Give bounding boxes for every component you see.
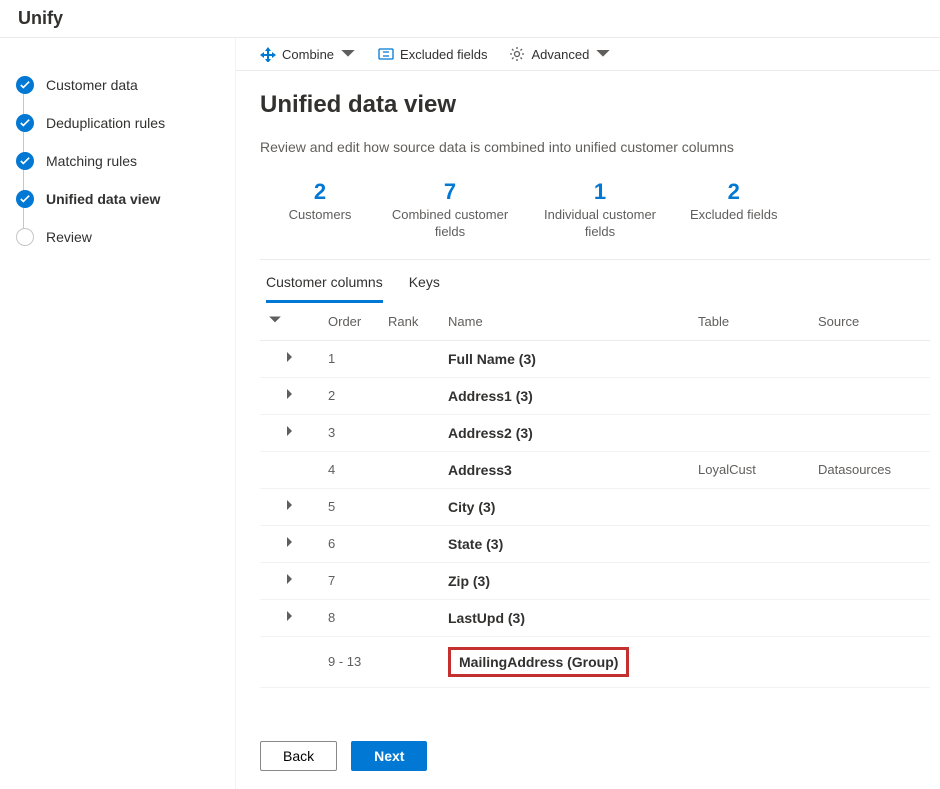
chevron-right-icon[interactable] [284, 499, 296, 511]
page-header: Unify [0, 0, 940, 38]
table-row[interactable]: 7Zip (3) [260, 562, 930, 599]
step-2[interactable]: Matching rules [14, 142, 221, 180]
chevron-right-icon[interactable] [284, 536, 296, 548]
chevron-down-icon [595, 46, 611, 62]
chevron-right-icon[interactable] [284, 425, 296, 437]
check-icon [16, 152, 34, 170]
check-icon [16, 76, 34, 94]
chevron-down-icon [340, 46, 356, 62]
combine-icon [260, 46, 276, 62]
summary-stats: 2Customers 7Combined customer fields 1Indi… [260, 173, 930, 260]
table-row[interactable]: 1Full Name (3) [260, 340, 930, 377]
check-icon [16, 190, 34, 208]
chevron-right-icon[interactable] [284, 351, 296, 363]
row-name: Address1 (3) [440, 377, 690, 414]
chevron-right-icon[interactable] [284, 573, 296, 585]
exclude-icon [378, 46, 394, 62]
gear-icon [509, 46, 525, 62]
next-button[interactable]: Next [351, 741, 427, 771]
row-name: Address3 [440, 451, 690, 488]
tab-customer-columns[interactable]: Customer columns [266, 274, 383, 303]
header-expand[interactable] [260, 303, 320, 341]
toolbar: Combine Excluded fields Advanced [236, 38, 940, 71]
header-source[interactable]: Source [810, 303, 930, 341]
tab-keys[interactable]: Keys [409, 274, 440, 303]
header-name[interactable]: Name [440, 303, 690, 341]
advanced-menu[interactable]: Advanced [509, 46, 611, 62]
tabbar: Customer columns Keys [260, 260, 930, 303]
table-row[interactable]: 6State (3) [260, 525, 930, 562]
row-name: MailingAddress (Group) [440, 636, 690, 687]
table-row[interactable]: 5City (3) [260, 488, 930, 525]
row-name: Full Name (3) [440, 340, 690, 377]
stat-1: 7Combined customer fields [390, 179, 510, 241]
check-icon [16, 114, 34, 132]
customer-columns-table: Order Rank Name Table Source 1Full Name … [260, 303, 930, 688]
step-4[interactable]: Review [14, 218, 221, 256]
header-table[interactable]: Table [690, 303, 810, 341]
chevron-right-icon[interactable] [284, 610, 296, 622]
page-subtitle: Review and edit how source data is combi… [260, 139, 930, 155]
footer: Back Next [236, 723, 940, 789]
page-title: Unified data view [260, 91, 930, 119]
table-row[interactable]: 4Address3LoyalCustDatasources [260, 451, 930, 488]
header-order[interactable]: Order [320, 303, 380, 341]
back-button[interactable]: Back [260, 741, 337, 771]
chevron-right-icon[interactable] [284, 388, 296, 400]
row-name: Zip (3) [440, 562, 690, 599]
circle-icon [16, 228, 34, 246]
combine-menu[interactable]: Combine [260, 46, 356, 62]
table-row[interactable]: 9 - 13MailingAddress (Group) [260, 636, 930, 687]
stat-0: 2Customers [280, 179, 360, 241]
table-row[interactable]: 3Address2 (3) [260, 414, 930, 451]
wizard-steps: Customer dataDeduplication rulesMatching… [0, 38, 236, 789]
header-rank[interactable]: Rank [380, 303, 440, 341]
table-row[interactable]: 2Address1 (3) [260, 377, 930, 414]
stat-2: 1Individual customer fields [540, 179, 660, 241]
step-1[interactable]: Deduplication rules [14, 104, 221, 142]
row-name: State (3) [440, 525, 690, 562]
row-name: Address2 (3) [440, 414, 690, 451]
step-3[interactable]: Unified data view [14, 180, 221, 218]
excluded-fields-menu[interactable]: Excluded fields [378, 46, 487, 62]
step-0[interactable]: Customer data [14, 66, 221, 104]
row-name: City (3) [440, 488, 690, 525]
row-name: LastUpd (3) [440, 599, 690, 636]
table-row[interactable]: 8LastUpd (3) [260, 599, 930, 636]
stat-3: 2Excluded fields [690, 179, 777, 241]
